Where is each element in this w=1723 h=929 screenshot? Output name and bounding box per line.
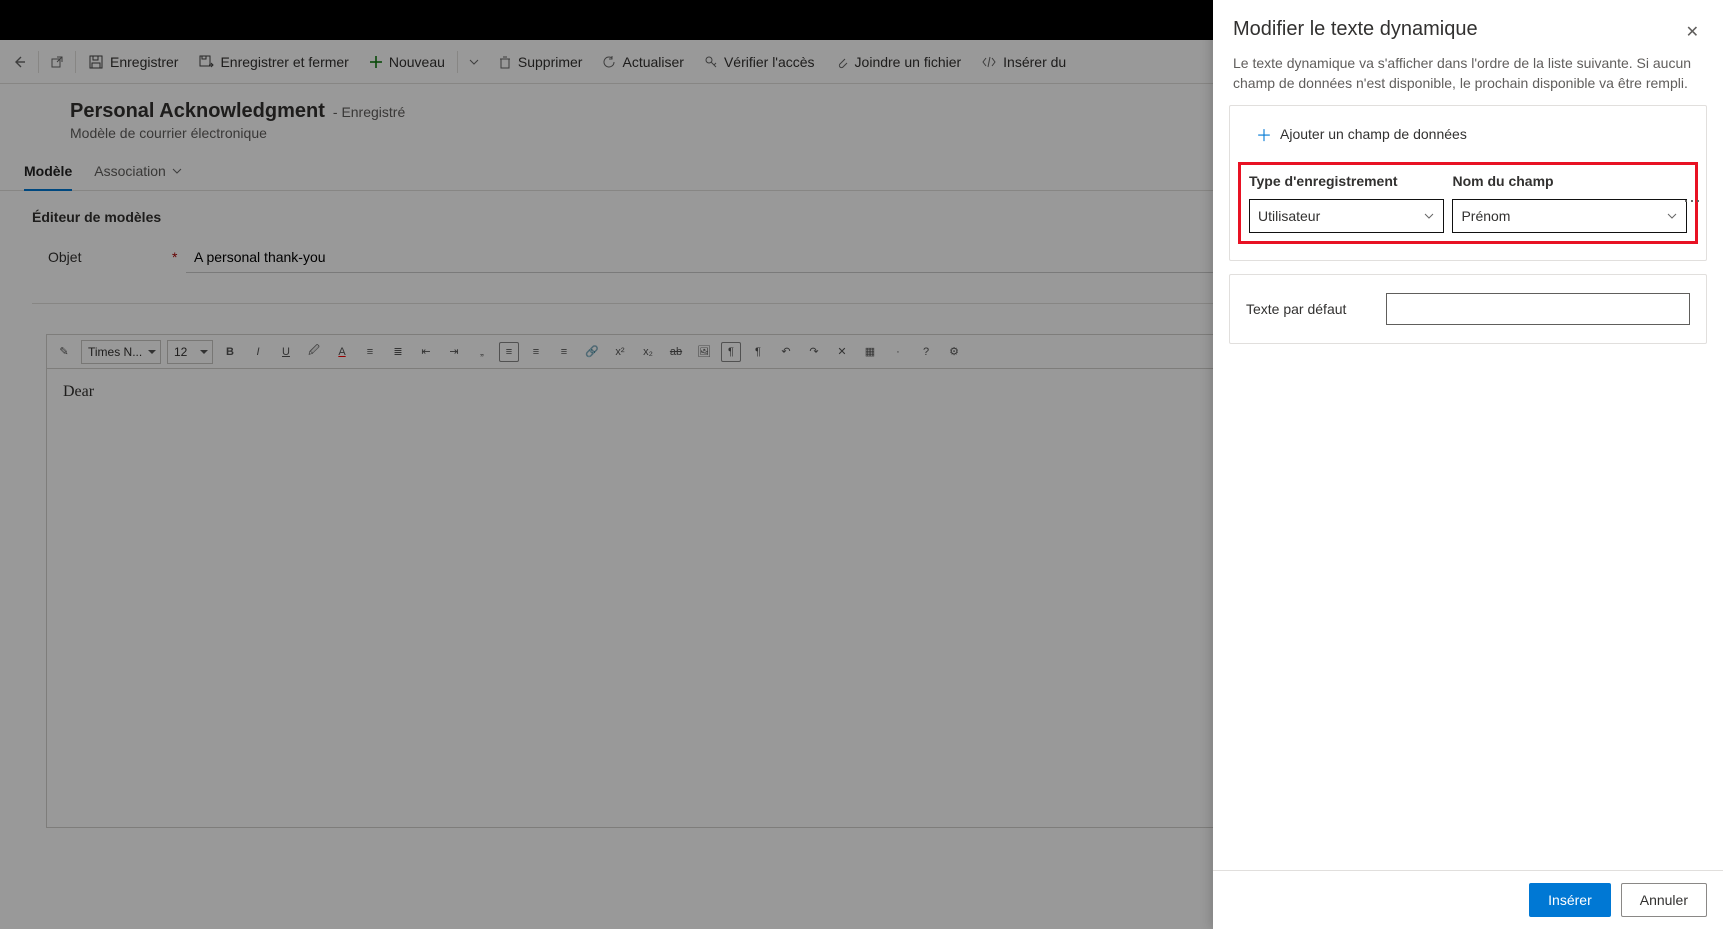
chevron-down-icon [1423, 210, 1435, 222]
cancel-label: Annuler [1640, 892, 1688, 908]
panel-description: Le texte dynamique va s'afficher dans l'… [1213, 54, 1723, 105]
add-data-field-button[interactable]: ＋ Ajouter un champ de données [1230, 106, 1706, 162]
data-field-card: ＋ Ajouter un champ de données Type d'enr… [1229, 105, 1707, 261]
record-type-label: Type d'enregistrement [1249, 173, 1444, 189]
panel-footer: Insérer Annuler [1213, 870, 1723, 929]
cancel-button[interactable]: Annuler [1621, 883, 1707, 917]
field-name-label: Nom du champ [1452, 173, 1687, 189]
field-name-value: Prénom [1461, 208, 1510, 224]
more-options-button[interactable]: ⋯ [1677, 191, 1707, 212]
panel-title: Modifier le texte dynamique [1233, 18, 1478, 41]
dynamic-text-panel: Modifier le texte dynamique ✕ Le texte d… [1213, 0, 1723, 929]
close-button[interactable]: ✕ [1682, 18, 1703, 46]
default-text-input[interactable] [1386, 293, 1690, 325]
close-icon: ✕ [1686, 22, 1699, 42]
record-type-select[interactable]: Utilisateur [1249, 199, 1444, 233]
add-field-label: Ajouter un champ de données [1280, 126, 1467, 142]
record-type-value: Utilisateur [1258, 208, 1320, 224]
field-mapping-highlight: Type d'enregistrement Utilisateur Nom du… [1238, 162, 1698, 244]
default-text-label: Texte par défaut [1246, 301, 1366, 317]
default-text-card: Texte par défaut [1229, 274, 1707, 344]
insert-label: Insérer [1548, 892, 1592, 908]
plus-icon: ＋ [1256, 122, 1272, 146]
field-name-select[interactable]: Prénom [1452, 199, 1687, 233]
insert-button[interactable]: Insérer [1529, 883, 1611, 917]
